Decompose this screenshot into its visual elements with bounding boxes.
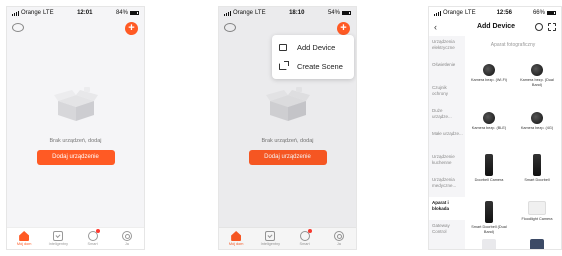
network-type: LTE <box>465 10 476 16</box>
device-label: Kamera bezp. (BLE) <box>471 126 507 130</box>
camera-icon <box>483 112 495 124</box>
category-item[interactable]: Czujnik ochrony <box>429 82 465 105</box>
device-card[interactable]: Kamera bezp. (Dual Band) <box>515 64 559 87</box>
screen-add-device: Orange LTE 12:56 66% ‹ Add Device Urządz… <box>428 6 562 250</box>
smart-icon <box>53 231 64 241</box>
device-card[interactable]: Kamera bezp. (BLE) <box>467 112 511 131</box>
tab-profile[interactable]: Ja <box>113 231 141 246</box>
add-plus-button[interactable]: + <box>125 22 138 35</box>
tab-label: Mój dom <box>16 242 32 246</box>
doorbell-icon <box>485 201 493 223</box>
category-item-active[interactable]: Aparat i blokada <box>429 197 465 220</box>
tab-label: Inteligentny <box>48 242 69 246</box>
device-card[interactable] <box>467 239 511 249</box>
device-card[interactable]: Kamera bezp. (Wi-Fi) <box>467 64 511 83</box>
battery-percent: 84% <box>115 10 128 16</box>
device-card[interactable] <box>515 239 559 249</box>
device-card[interactable]: Smart Doorbell <box>515 154 559 183</box>
empty-message: Brak urządzeń, dodaj <box>49 138 102 144</box>
device-label: Kamera bezp. (Wi-Fi) <box>470 78 508 82</box>
add-menu-popup: Add Device Create Scene <box>272 35 354 79</box>
tab-smart[interactable]: Inteligentny <box>44 231 72 246</box>
section-title: Aparat fotograficzny <box>490 42 536 48</box>
menu-item-add-device[interactable]: Add Device <box>272 38 354 57</box>
floodlight-icon <box>528 201 546 215</box>
category-item[interactable]: Oświetlenie <box>429 59 465 82</box>
device-label: Smart Doorbell (Dual Band) <box>471 225 507 234</box>
signal-icon <box>12 10 19 16</box>
add-plus-button[interactable]: + <box>337 22 350 35</box>
tab-label: Ja <box>124 242 129 246</box>
tab-label: Smart <box>87 242 98 246</box>
tab-mall[interactable]: Smart <box>79 229 107 246</box>
menu-item-create-scene[interactable]: Create Scene <box>272 57 354 76</box>
home-icon <box>19 231 30 241</box>
home-selector-icon[interactable] <box>12 23 24 32</box>
tab-home[interactable]: Mój dom <box>10 231 38 246</box>
status-time: 12:01 <box>77 10 93 16</box>
signal-icon <box>434 10 441 16</box>
category-item[interactable]: Urządzenia elektryczne <box>429 36 465 59</box>
profile-icon <box>121 231 132 241</box>
nav-bar: ‹ Add Device <box>429 19 561 34</box>
carrier-name: Orange <box>443 10 464 16</box>
mall-icon <box>87 229 100 241</box>
category-item[interactable]: Urządzenia medyczne... <box>429 174 465 197</box>
category-item[interactable]: Urządzenie kuchenne <box>429 151 465 174</box>
device-label: Kamera bezp. (Dual Band) <box>520 78 554 87</box>
add-device-button[interactable]: Dodaj urządzenie <box>36 150 115 165</box>
scan-icon[interactable] <box>548 22 556 31</box>
carrier-name: Orange <box>21 10 42 16</box>
status-bar: Orange LTE 12:56 66% <box>429 7 561 19</box>
category-item[interactable]: Gateway Control <box>429 220 465 243</box>
menu-item-label: Create Scene <box>297 62 343 71</box>
device-label: Floodlight Camera <box>521 217 553 221</box>
device-label: Kamera bezp. (4G) <box>520 126 554 130</box>
tab-bar: Mój dom Inteligentny Smart Ja <box>7 227 144 249</box>
device-label: Doorbell Camera <box>474 178 504 182</box>
empty-box-illustration <box>53 87 98 121</box>
device-card[interactable]: Floodlight Camera <box>515 201 559 222</box>
camera-icon <box>483 64 495 76</box>
camera-icon <box>531 112 543 124</box>
device-card[interactable]: Smart Doorbell (Dual Band) <box>467 201 511 234</box>
add-device-icon <box>279 44 287 51</box>
camera-icon <box>531 64 543 76</box>
device-label: Smart Doorbell <box>524 178 550 182</box>
network-type: LTE <box>43 10 54 16</box>
device-card[interactable]: Kamera bezp. (4G) <box>515 112 559 131</box>
category-sidebar: Urządzenia elektryczne Oświetlenie Czujn… <box>429 36 465 249</box>
doorbell-icon <box>533 154 541 176</box>
screen-home-menu: Orange LTE 18:10 54% Brak urządzeń, doda… <box>218 6 357 250</box>
page-title: Add Device <box>476 23 516 30</box>
battery-icon <box>129 11 139 15</box>
device-grid: Aparat fotograficzny Kamera bezp. (Wi-Fi… <box>465 36 561 249</box>
notification-dot <box>95 229 100 233</box>
search-icon[interactable] <box>535 22 543 31</box>
status-bar: Orange LTE 12:01 84% <box>7 7 144 19</box>
device-placeholder-icon <box>482 239 496 249</box>
menu-item-label: Add Device <box>297 43 336 52</box>
category-item[interactable]: Duże urządze... <box>429 105 465 128</box>
create-scene-icon <box>279 61 289 70</box>
screen-home-empty: Orange LTE 12:01 84% + Brak urządzeń, do… <box>6 6 145 250</box>
status-time: 12:56 <box>496 10 512 16</box>
doorbell-icon <box>485 154 493 176</box>
back-icon[interactable]: ‹ <box>434 22 452 32</box>
battery-icon <box>546 11 556 15</box>
device-placeholder-icon <box>530 239 544 249</box>
device-card[interactable]: Doorbell Camera <box>467 154 511 183</box>
battery-percent: 66% <box>532 10 545 16</box>
category-item[interactable]: Małe urządze... <box>429 128 465 151</box>
